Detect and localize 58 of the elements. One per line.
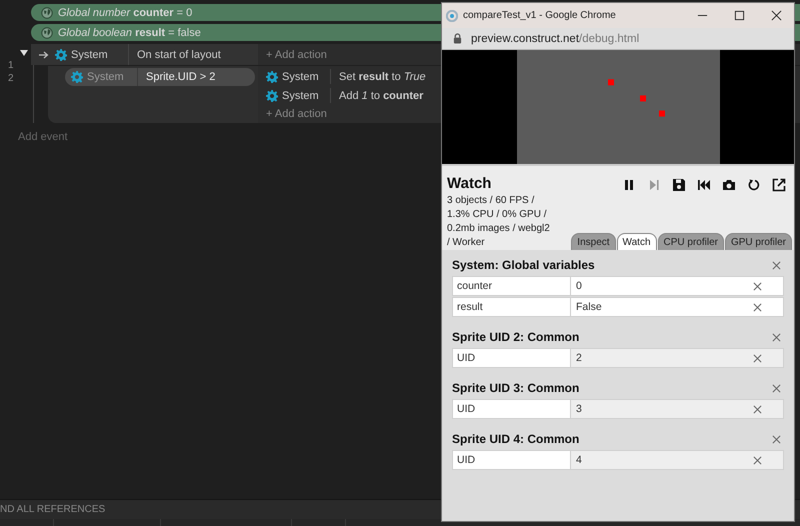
event-condition[interactable]: System Sprite.UID > 2 <box>65 68 255 86</box>
object-name: System <box>282 70 319 82</box>
section-title: Sprite UID 2: Common <box>452 330 580 344</box>
property-value[interactable]: 3 <box>571 400 783 418</box>
panel-tab[interactable]: CPU profiler <box>658 233 724 250</box>
remove-icon[interactable] <box>753 456 762 464</box>
property-value[interactable]: 4 <box>571 451 783 469</box>
popout-icon[interactable] <box>772 178 786 192</box>
remove-icon[interactable] <box>753 282 762 290</box>
gear-icon <box>71 71 83 83</box>
stats-line: 1.3% CPU / 0% GPU / <box>447 208 548 222</box>
trigger-arrow-icon <box>39 50 49 58</box>
gear-icon <box>55 48 67 60</box>
condition-text: On start of layout <box>136 48 221 60</box>
line-number: 1 <box>8 60 14 71</box>
globe-icon <box>41 6 53 18</box>
window-title: compareTest_v1 - Google Chrome <box>463 10 617 21</box>
panel-title: Watch <box>447 175 492 192</box>
stats-line: 3 objects / 60 FPS / <box>447 194 536 208</box>
object-name: System <box>71 48 108 60</box>
restart-icon[interactable] <box>747 178 761 192</box>
event-condition[interactable]: System On start of layout <box>55 44 221 65</box>
stats-line: 0.2mb images / webgl2 <box>447 222 551 236</box>
save-icon[interactable] <box>672 178 686 192</box>
lock-icon <box>453 33 462 44</box>
global-variable-text: Global number counter = 0 <box>58 6 192 18</box>
panel-tab[interactable]: GPU profiler <box>724 233 792 250</box>
gear-icon <box>266 70 278 82</box>
address-bar[interactable]: preview.construct.net/debug.html <box>442 28 794 50</box>
collapse-triangle-icon[interactable] <box>20 49 28 57</box>
global-variable-text: Global boolean result = false <box>58 26 201 38</box>
condition-text: Sprite.UID > 2 <box>145 71 216 83</box>
section-title: System: Global variables <box>452 258 595 272</box>
remove-icon[interactable] <box>753 354 762 362</box>
line-number: 2 <box>8 73 14 84</box>
add-action-link[interactable]: + Add action <box>266 105 327 123</box>
panel-tab[interactable]: Watch <box>616 233 657 250</box>
browser-logo-icon <box>446 10 458 22</box>
property-value[interactable]: 2 <box>571 349 783 367</box>
panel-tab[interactable]: Inspect <box>571 233 616 250</box>
section-title: Sprite UID 3: Common <box>452 381 580 395</box>
stats-line: / Worker <box>447 236 486 250</box>
section-title: Sprite UID 4: Common <box>452 432 580 446</box>
gear-icon <box>266 90 278 102</box>
object-name: System <box>282 90 319 102</box>
globe-icon <box>41 26 53 38</box>
rewind-icon[interactable] <box>697 178 711 192</box>
action-text[interactable]: Add 1 to counter <box>331 90 424 102</box>
remove-icon[interactable] <box>753 302 762 312</box>
pause-icon[interactable] <box>622 178 636 192</box>
action-text[interactable]: Set result to True <box>331 70 426 82</box>
camera-icon[interactable] <box>722 178 736 192</box>
add-action-link[interactable]: + Add action <box>266 46 327 64</box>
object-name: System <box>87 71 124 83</box>
close-icon[interactable] <box>771 10 782 21</box>
remove-icon[interactable] <box>753 404 762 414</box>
maximize-icon[interactable] <box>734 10 745 21</box>
find-references-label[interactable]: ND ALL REFERENCES <box>0 504 106 515</box>
